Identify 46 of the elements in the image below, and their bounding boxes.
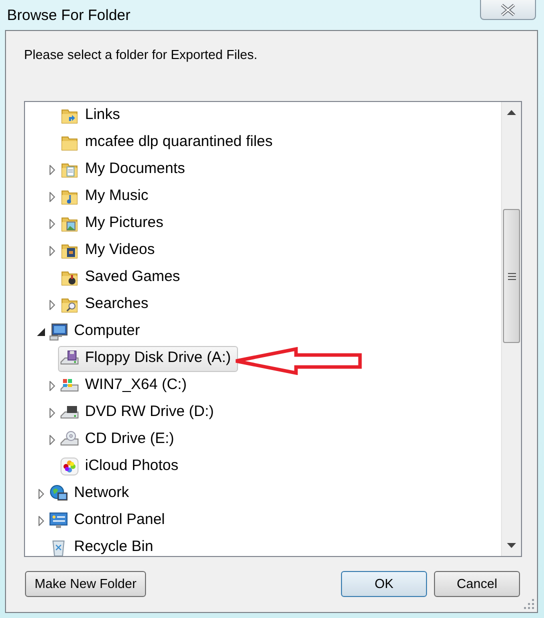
expanded-arrow-icon[interactable]	[36, 326, 46, 336]
collapsed-arrow-icon[interactable]	[36, 488, 46, 498]
tree-item[interactable]: My Music	[58, 184, 156, 210]
grip-icon	[508, 272, 516, 280]
collapsed-arrow-icon[interactable]	[47, 408, 57, 418]
tree-item[interactable]: Floppy Disk Drive (A:)	[58, 346, 238, 372]
close-button[interactable]	[480, 0, 536, 20]
tree-item[interactable]: My Documents	[58, 156, 192, 182]
prompt-text: Please select a folder for Exported Files.	[24, 46, 258, 64]
collapsed-arrow-icon[interactable]	[36, 516, 46, 526]
tree-item[interactable]: Control Panel	[47, 508, 172, 534]
resize-grip-icon	[524, 599, 535, 610]
collapsed-arrow-icon[interactable]	[47, 164, 57, 174]
tree-item[interactable]: Searches	[58, 292, 156, 318]
close-icon	[500, 4, 516, 16]
network-icon	[49, 484, 68, 503]
window-title: Browse For Folder	[7, 6, 130, 26]
tree-item[interactable]: Computer	[47, 318, 147, 344]
collapsed-arrow-icon[interactable]	[47, 300, 57, 310]
tree-item[interactable]: Saved Games	[58, 264, 188, 290]
tree-item[interactable]: My Pictures	[58, 210, 170, 236]
computer-icon	[49, 322, 68, 341]
tree-item[interactable]: DVD RW Drive (D:)	[58, 400, 221, 426]
tree-item[interactable]: CD Drive (E:)	[58, 426, 182, 452]
control-panel-icon	[49, 511, 68, 530]
collapsed-arrow-icon[interactable]	[47, 246, 57, 256]
make-new-folder-button[interactable]: Make New Folder	[25, 571, 146, 597]
collapsed-arrow-icon[interactable]	[47, 192, 57, 202]
scroll-up-icon	[507, 110, 516, 115]
collapsed-arrow-icon[interactable]	[47, 434, 57, 444]
tree-item[interactable]: Links	[58, 102, 128, 128]
folder-tree[interactable]	[24, 101, 522, 557]
tree-item[interactable]: iCloud Photos	[58, 454, 186, 480]
tree-item[interactable]: WIN7_X64 (C:)	[58, 372, 194, 398]
tree-item[interactable]: Network	[47, 480, 136, 506]
collapsed-arrow-icon[interactable]	[47, 218, 57, 228]
cancel-button[interactable]: Cancel	[434, 571, 520, 597]
tree-item[interactable]: Recycle Bin	[47, 534, 160, 556]
tree-item[interactable]: mcafee dlp quarantined files	[58, 130, 280, 156]
photos-icon	[60, 457, 79, 476]
scroll-down-icon	[507, 543, 516, 548]
ok-button[interactable]: OK	[341, 571, 427, 597]
scrollbar[interactable]	[501, 102, 521, 556]
scroll-thumb[interactable]	[503, 209, 520, 343]
tree-item[interactable]: My Videos	[58, 238, 162, 264]
collapsed-arrow-icon[interactable]	[47, 380, 57, 390]
